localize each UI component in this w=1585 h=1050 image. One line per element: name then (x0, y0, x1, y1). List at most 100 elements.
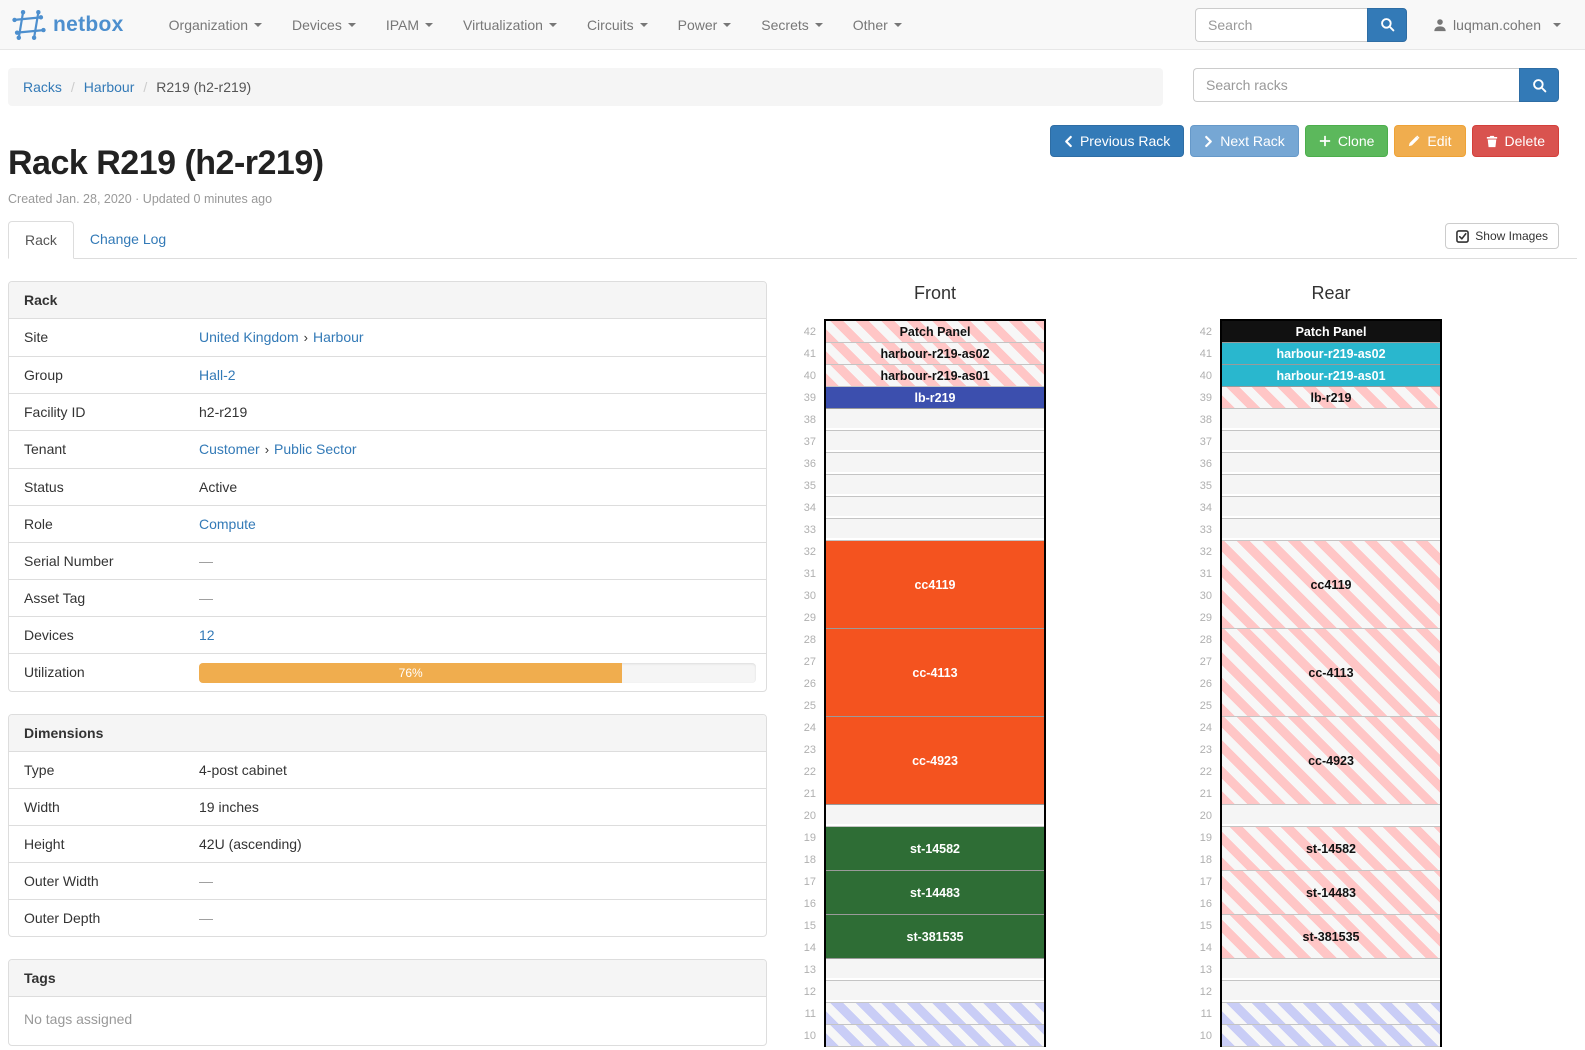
detail-value-outer-width: — (199, 863, 766, 899)
rack-device-lb-r219-front[interactable]: lb-r219 (826, 387, 1044, 409)
nav-item-devices[interactable]: Devices (277, 0, 371, 50)
unit-number-39: 39 (790, 387, 824, 409)
nav-item-circuits[interactable]: Circuits (572, 0, 663, 50)
rack-unit-empty-u35-front[interactable] (826, 475, 1044, 497)
unit-number-41: 41 (790, 343, 824, 365)
link-customer[interactable]: Customer (199, 441, 260, 457)
global-search-input[interactable] (1195, 8, 1367, 42)
rack-device-harbour-r219-as02-rear[interactable]: harbour-r219-as02 (1222, 343, 1440, 365)
chevron-left-icon (1064, 135, 1073, 148)
chevron-down-icon (894, 23, 902, 27)
nav-item-other[interactable]: Other (838, 0, 917, 50)
rack-unit-empty-u36-front[interactable] (826, 453, 1044, 475)
show-images-button[interactable]: Show Images (1445, 223, 1559, 249)
chevron-down-icon (425, 23, 433, 27)
detail-value-site: United Kingdom›Harbour (199, 319, 766, 356)
detail-value-utilization: 76% (199, 654, 766, 691)
rack-device-cc-4923-front[interactable]: cc-4923 (826, 717, 1044, 805)
unit-number-19: 19 (790, 827, 824, 849)
rack-search-input[interactable] (1193, 68, 1519, 102)
rack-device-st-14582-front[interactable]: st-14582 (826, 827, 1044, 871)
search-icon (1532, 78, 1547, 93)
rack-unit-empty-u12-front[interactable] (826, 981, 1044, 1003)
rack-unit-empty-u13-rear[interactable] (1222, 959, 1440, 981)
unit-number-35: 35 (1186, 475, 1220, 497)
rack-unit-empty-u36-rear[interactable] (1222, 453, 1440, 475)
rack-device-cc4119-front[interactable]: cc4119 (826, 541, 1044, 629)
rack-reservation-u10-rear (1222, 1025, 1440, 1047)
unit-number-32: 32 (1186, 541, 1220, 563)
rack-device-cc-4113-rear[interactable]: cc-4113 (1222, 629, 1440, 717)
user-icon (1433, 18, 1447, 32)
unit-number-20: 20 (790, 805, 824, 827)
rack-unit-empty-u13-front[interactable] (826, 959, 1044, 981)
tab-rack[interactable]: Rack (8, 221, 74, 259)
rack-device-st-14582-rear[interactable]: st-14582 (1222, 827, 1440, 871)
rack-unit-empty-u12-rear[interactable] (1222, 981, 1440, 1003)
rack-unit-empty-u20-rear[interactable] (1222, 805, 1440, 827)
rack-unit-empty-u34-rear[interactable] (1222, 497, 1440, 519)
rack-device-patch-panel-front[interactable]: Patch Panel (826, 321, 1044, 343)
rack-unit-empty-u37-front[interactable] (826, 431, 1044, 453)
nav-item-power[interactable]: Power (663, 0, 747, 50)
breadcrumb-item-racks[interactable]: Racks (23, 79, 62, 95)
rack-device-st-14483-front[interactable]: st-14483 (826, 871, 1044, 915)
rack-unit-empty-u33-rear[interactable] (1222, 519, 1440, 541)
rack-device-st-14483-rear[interactable]: st-14483 (1222, 871, 1440, 915)
unit-number-15: 15 (1186, 915, 1220, 937)
nav-item-secrets[interactable]: Secrets (746, 0, 837, 50)
rack-device-st-381535-rear[interactable]: st-381535 (1222, 915, 1440, 959)
rack-device-lb-r219-rear[interactable]: lb-r219 (1222, 387, 1440, 409)
rack-device-harbour-r219-as02-front[interactable]: harbour-r219-as02 (826, 343, 1044, 365)
nav-item-ipam[interactable]: IPAM (371, 0, 448, 50)
rack-device-cc-4113-front[interactable]: cc-4113 (826, 629, 1044, 717)
unit-number-42: 42 (790, 321, 824, 343)
clone-button[interactable]: Clone (1305, 125, 1389, 157)
next-rack-button[interactable]: Next Rack (1190, 125, 1299, 157)
previous-rack-button[interactable]: Previous Rack (1050, 125, 1184, 157)
rack-device-st-381535-front[interactable]: st-381535 (826, 915, 1044, 959)
netbox-logo[interactable]: netbox (12, 8, 124, 42)
value-text: h2-r219 (199, 404, 247, 420)
rack-elevations: Front 4241403938373635343332313029282726… (790, 281, 1442, 1047)
value-text: — (199, 590, 213, 606)
link-compute[interactable]: Compute (199, 516, 256, 532)
link-hall-2[interactable]: Hall-2 (199, 367, 236, 383)
detail-row-height: Height42U (ascending) (9, 825, 766, 862)
rack-unit-empty-u38-rear[interactable] (1222, 409, 1440, 431)
rack-device-patch-panel-rear[interactable]: Patch Panel (1222, 321, 1440, 343)
breadcrumb-item-harbour[interactable]: Harbour (84, 79, 135, 95)
rack-unit-empty-u35-rear[interactable] (1222, 475, 1440, 497)
delete-button[interactable]: Delete (1472, 125, 1559, 157)
link-united-kingdom[interactable]: United Kingdom (199, 329, 299, 345)
rack-unit-empty-u38-front[interactable] (826, 409, 1044, 431)
unit-number-13: 13 (790, 959, 824, 981)
rack-unit-empty-u20-front[interactable] (826, 805, 1044, 827)
link-12[interactable]: 12 (199, 627, 215, 643)
link-harbour[interactable]: Harbour (313, 329, 364, 345)
rack-unit-empty-u37-rear[interactable] (1222, 431, 1440, 453)
unit-number-22: 22 (1186, 761, 1220, 783)
detail-row-role: RoleCompute (9, 505, 766, 542)
tab-change-log[interactable]: Change Log (74, 221, 182, 258)
rack-search-button[interactable] (1519, 68, 1559, 102)
unit-number-34: 34 (1186, 497, 1220, 519)
front-rack: Patch Panelharbour-r219-as02harbour-r219… (824, 319, 1046, 1047)
unit-number-42: 42 (1186, 321, 1220, 343)
rack-device-cc-4923-rear[interactable]: cc-4923 (1222, 717, 1440, 805)
rack-unit-empty-u33-front[interactable] (826, 519, 1044, 541)
unit-number-14: 14 (1186, 937, 1220, 959)
edit-button[interactable]: Edit (1394, 125, 1465, 157)
rack-device-cc4119-rear[interactable]: cc4119 (1222, 541, 1440, 629)
user-menu[interactable]: luqman.cohen (1433, 17, 1561, 33)
nav-item-organization[interactable]: Organization (154, 0, 277, 50)
unit-number-32: 32 (790, 541, 824, 563)
utilization-bar: 76% (199, 663, 622, 683)
rack-device-harbour-r219-as01-front[interactable]: harbour-r219-as01 (826, 365, 1044, 387)
global-search-button[interactable] (1367, 8, 1407, 42)
rack-device-harbour-r219-as01-rear[interactable]: harbour-r219-as01 (1222, 365, 1440, 387)
rack-unit-empty-u34-front[interactable] (826, 497, 1044, 519)
nav-item-virtualization[interactable]: Virtualization (448, 0, 572, 50)
detail-row-outer-depth: Outer Depth— (9, 899, 766, 936)
link-public-sector[interactable]: Public Sector (274, 441, 356, 457)
